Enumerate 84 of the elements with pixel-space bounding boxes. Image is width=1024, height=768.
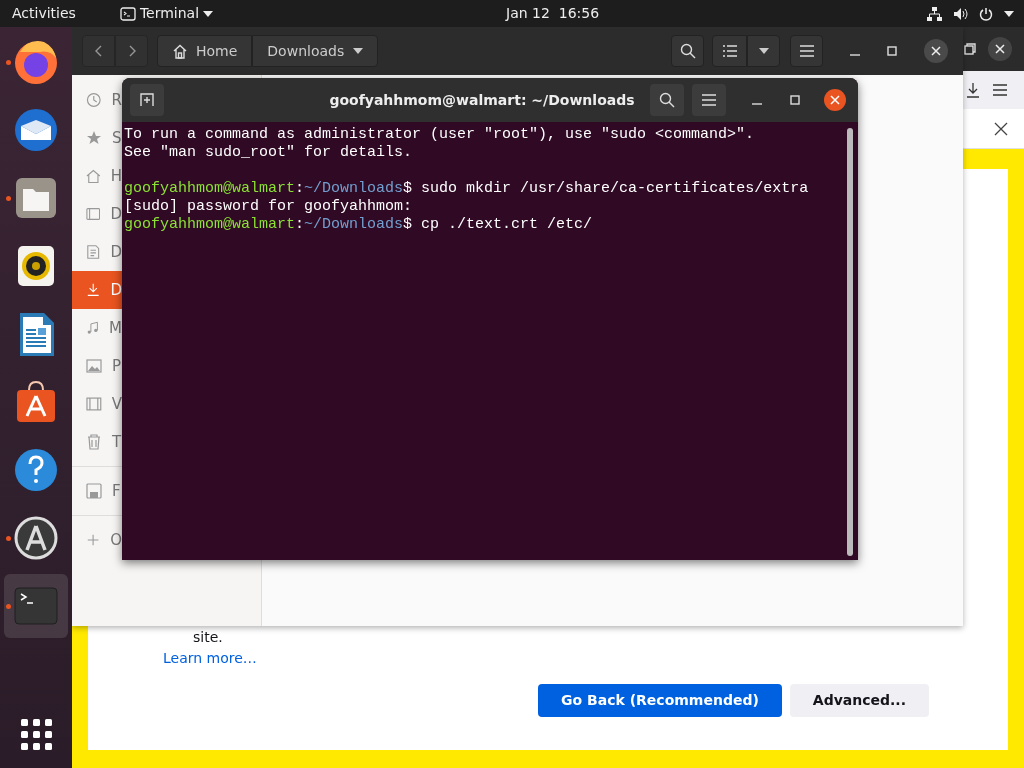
sidebar-item[interactable]: P	[72, 347, 122, 385]
path-button[interactable]: Downloads	[252, 35, 379, 67]
sidebar-item[interactable]: T	[72, 423, 122, 461]
menu-icon	[799, 45, 814, 57]
download-icon[interactable]	[966, 82, 980, 98]
search-button[interactable]	[650, 84, 684, 116]
update-icon[interactable]	[12, 514, 60, 562]
clock[interactable]: Jan 12 16:56	[506, 3, 600, 24]
menu-icon[interactable]	[992, 83, 1008, 97]
sidebar-item[interactable]: D	[72, 233, 122, 271]
advanced-button[interactable]: Advanced...	[789, 684, 929, 717]
activities-button[interactable]: Activities	[12, 3, 76, 24]
chevron-left-icon	[94, 45, 103, 57]
sidebar-item[interactable]: H	[72, 157, 122, 195]
mail-icon[interactable]	[12, 106, 60, 154]
menu-icon	[702, 94, 716, 106]
close-button[interactable]	[924, 39, 948, 63]
home-icon	[172, 43, 188, 59]
output-line: [sudo] password for goofyahhmom:	[124, 198, 413, 216]
new-tab-icon	[140, 93, 154, 107]
restore-icon[interactable]	[964, 43, 976, 55]
maximize-icon[interactable]	[887, 46, 897, 56]
chevron-right-icon	[127, 45, 136, 57]
sidebar-item[interactable]: D	[72, 271, 122, 309]
maximize-icon[interactable]	[790, 95, 800, 105]
system-menu[interactable]	[927, 6, 1014, 21]
network-icon	[927, 6, 942, 21]
app-grid-icon[interactable]	[20, 719, 52, 750]
learn-more-link[interactable]: Learn more…	[163, 648, 257, 669]
menu-button[interactable]	[790, 35, 823, 67]
close-icon	[995, 44, 1005, 54]
sidebar-item[interactable]: R	[72, 81, 122, 119]
volume-icon	[953, 6, 968, 21]
back-button[interactable]	[82, 35, 115, 67]
scrollbar[interactable]	[847, 128, 853, 556]
app-menu[interactable]: Terminal	[119, 3, 214, 24]
forward-button[interactable]	[115, 35, 148, 67]
star-icon	[86, 130, 102, 146]
sidebar-item[interactable]: O	[72, 521, 122, 559]
output-line: To run a command as administrator (user "root"), use "sudo <command>".	[124, 126, 755, 144]
desktop-icon	[86, 206, 101, 222]
view-options-button[interactable]	[747, 35, 780, 67]
search-icon	[659, 92, 675, 108]
list-icon	[722, 45, 737, 57]
caret-icon	[1004, 10, 1014, 17]
window-title: goofyahhmom@walmart: ~/Downloads	[328, 90, 636, 110]
clock-icon	[86, 92, 102, 108]
close-button[interactable]	[988, 37, 1012, 61]
close-icon	[830, 95, 840, 105]
caret-icon	[203, 10, 214, 17]
film-icon	[86, 396, 102, 412]
go-back-button[interactable]: Go Back (Recommended)	[538, 684, 782, 717]
sidebar-item[interactable]: D	[72, 195, 122, 233]
sidebar-item[interactable]: M	[72, 309, 122, 347]
download-icon	[86, 282, 101, 298]
close-icon	[931, 46, 941, 56]
caret-icon	[353, 48, 364, 54]
help-icon[interactable]	[12, 446, 60, 494]
menu-button[interactable]	[692, 84, 726, 116]
close-button[interactable]	[824, 89, 846, 111]
list-view-button[interactable]	[712, 35, 747, 67]
document-icon	[86, 244, 101, 260]
output-line: See "man sudo_root" for details.	[124, 144, 413, 162]
close-icon[interactable]	[994, 121, 1008, 136]
picture-icon	[86, 358, 102, 374]
power-icon	[979, 6, 993, 21]
path-button[interactable]: Home	[157, 35, 253, 67]
sidebar-item[interactable]: V	[72, 385, 122, 423]
caret-icon	[758, 48, 769, 54]
sidebar-item[interactable]: S	[72, 119, 122, 157]
warning-text: site.	[193, 628, 223, 647]
new-tab-button[interactable]	[130, 84, 164, 116]
firefox-icon[interactable]	[12, 38, 60, 86]
trash-icon	[86, 434, 102, 450]
prompt-line: goofyahhmom@walmart:~/Downloads$ sudo mkdir /usr/share/ca-certificates/extra	[124, 180, 809, 198]
drive-icon	[86, 483, 102, 499]
home-icon	[86, 168, 101, 184]
sidebar-item[interactable]: F	[72, 472, 122, 510]
plus-icon	[86, 532, 101, 548]
terminal-icon	[119, 6, 136, 21]
search-button[interactable]	[671, 35, 704, 67]
search-icon	[679, 43, 696, 59]
music-icon	[86, 320, 100, 336]
prompt-line: goofyahhmom@walmart:~/Downloads$ cp ./text.crt /etc/	[124, 216, 593, 234]
